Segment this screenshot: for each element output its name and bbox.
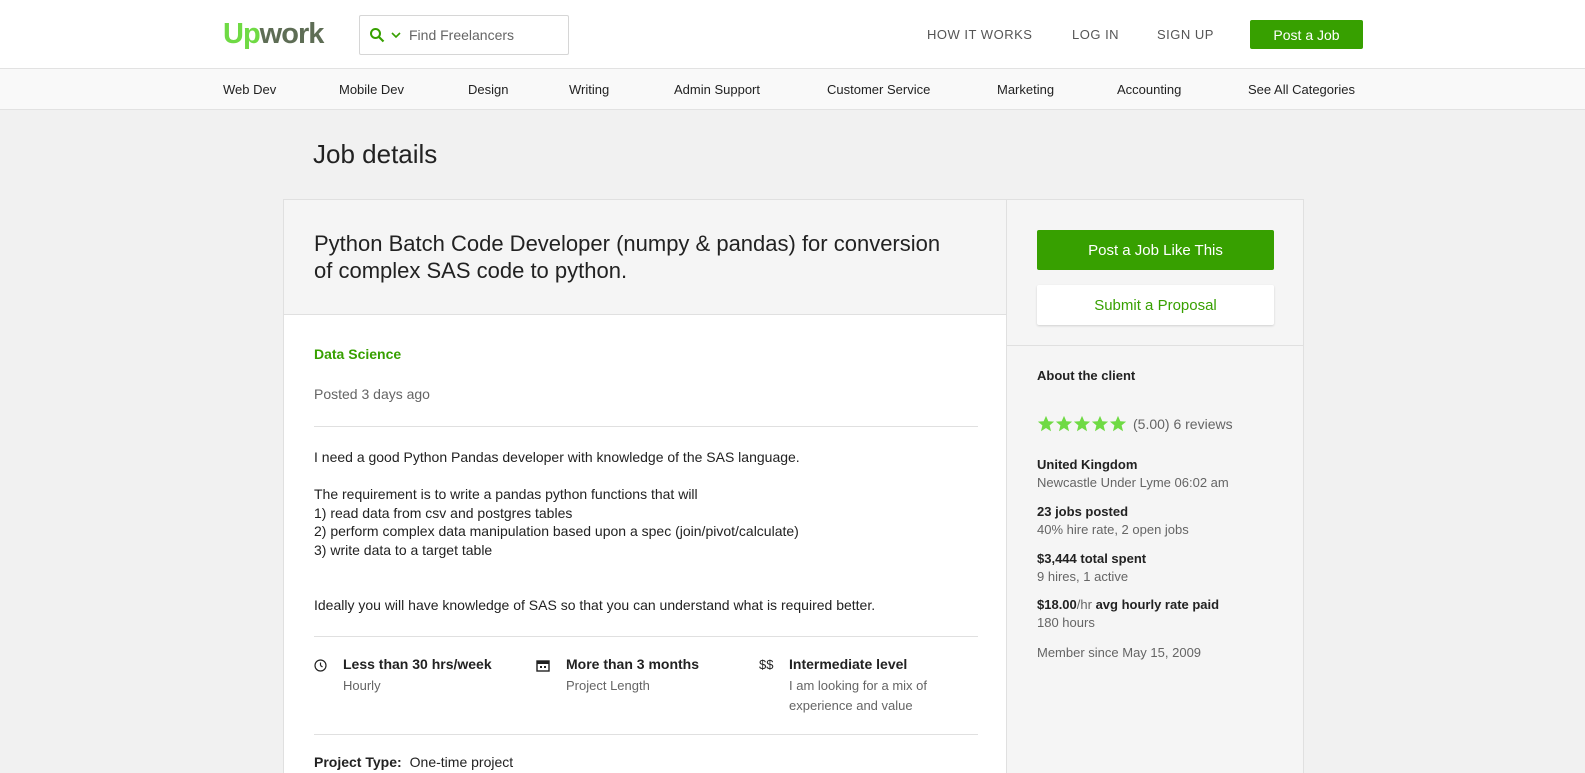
client-location: United Kingdom Newcastle Under Lyme 06:0… [1037, 456, 1229, 492]
search-icon[interactable] [369, 27, 385, 43]
star-icon [1037, 415, 1055, 432]
job-category-link[interactable]: Data Science [314, 346, 401, 362]
logo-work-text: work [259, 18, 325, 50]
job-title-area: Python Batch Code Developer (numpy & pan… [284, 200, 1006, 315]
member-since: Member since May 15, 2009 [1037, 645, 1202, 660]
feature-subtitle: I am looking for a mix of experience and… [789, 678, 927, 713]
hours-count: 180 hours [1037, 615, 1095, 630]
dollar-icon: $$ [759, 657, 774, 672]
rate-label: avg hourly rate paid [1095, 597, 1220, 612]
feature-subtitle: Project Length [566, 678, 650, 693]
star-icon [1073, 415, 1091, 432]
search-bar[interactable]: Find Freelancers [359, 15, 569, 55]
job-main-panel: Python Batch Code Developer (numpy & pan… [284, 200, 1007, 773]
nav-log-in[interactable]: LOG IN [1072, 27, 1119, 42]
rating-text[interactable]: (5.00) 6 reviews [1133, 416, 1233, 432]
clock-icon [314, 659, 327, 672]
submit-proposal-button[interactable]: Submit a Proposal [1037, 285, 1274, 325]
divider [314, 734, 978, 735]
project-type-label: Project Type: [314, 754, 402, 770]
job-description: I need a good Python Pandas developer wi… [314, 449, 876, 613]
category-bar: Web Dev Mobile Dev Design Writing Admin … [0, 69, 1585, 110]
category-mobile-dev[interactable]: Mobile Dev [339, 82, 404, 97]
category-admin-support[interactable]: Admin Support [674, 82, 760, 97]
rate-amount: $18.00 [1037, 597, 1077, 612]
client-jobs: 23 jobs posted 40% hire rate, 2 open job… [1037, 503, 1189, 539]
logo-up-text: Up [223, 18, 261, 50]
nav-how-it-works[interactable]: HOW IT WORKS [927, 27, 1032, 42]
page-title: Job details [313, 139, 438, 169]
category-web-dev[interactable]: Web Dev [223, 82, 276, 97]
category-marketing[interactable]: Marketing [997, 82, 1054, 97]
calendar-icon [536, 660, 550, 672]
client-spend: $3,444 total spent 9 hires, 1 active [1037, 550, 1146, 586]
star-icon [1055, 415, 1073, 432]
star-icon [1091, 415, 1109, 432]
hire-rate: 40% hire rate, 2 open jobs [1037, 522, 1189, 537]
category-customer-service[interactable]: Customer Service [827, 82, 930, 97]
category-design[interactable]: Design [468, 82, 508, 97]
project-type-value: One-time project [409, 754, 514, 770]
about-client-heading: About the client [1037, 368, 1136, 383]
hires-count: 9 hires, 1 active [1037, 569, 1129, 584]
job-title: Python Batch Code Developer (numpy & pan… [314, 231, 941, 283]
top-header: Upwork Find Freelancers HOW IT WORKS LOG… [0, 0, 1585, 69]
total-spent: $3,444 total spent [1037, 551, 1147, 566]
category-writing[interactable]: Writing [569, 82, 609, 97]
post-job-button[interactable]: Post a Job [1250, 20, 1363, 49]
feature-title: More than 3 months [566, 656, 700, 672]
job-details-card: Python Batch Code Developer (numpy & pan… [283, 199, 1304, 773]
divider [1007, 345, 1303, 346]
rate-unit: /hr [1076, 597, 1092, 612]
divider [314, 636, 978, 637]
nav-sign-up[interactable]: SIGN UP [1157, 27, 1214, 42]
divider [314, 426, 978, 427]
feature-subtitle: Hourly [343, 678, 381, 693]
search-input[interactable]: Find Freelancers [409, 27, 514, 43]
jobs-posted: 23 jobs posted [1037, 504, 1129, 519]
client-country: United Kingdom [1037, 457, 1138, 472]
feature-title: Less than 30 hrs/week [343, 656, 492, 672]
client-rating: (5.00) 6 reviews [1037, 415, 1233, 433]
upwork-logo[interactable]: Upwork [223, 18, 325, 50]
chevron-down-icon[interactable] [391, 30, 401, 40]
posted-time: Posted 3 days ago [314, 386, 430, 402]
post-job-like-this-button[interactable]: Post a Job Like This [1037, 230, 1274, 270]
star-icon [1109, 415, 1127, 432]
feature-title: Intermediate level [789, 656, 908, 672]
category-accounting[interactable]: Accounting [1117, 82, 1181, 97]
client-city-time: Newcastle Under Lyme 06:02 am [1037, 475, 1229, 490]
category-see-all[interactable]: See All Categories [1248, 82, 1355, 97]
project-type: Project Type: One-time project [314, 754, 513, 770]
client-hourly-rate: $18.00/hr avg hourly rate paid 180 hours [1037, 596, 1219, 632]
client-sidebar: Post a Job Like This Submit a Proposal A… [1007, 200, 1303, 773]
